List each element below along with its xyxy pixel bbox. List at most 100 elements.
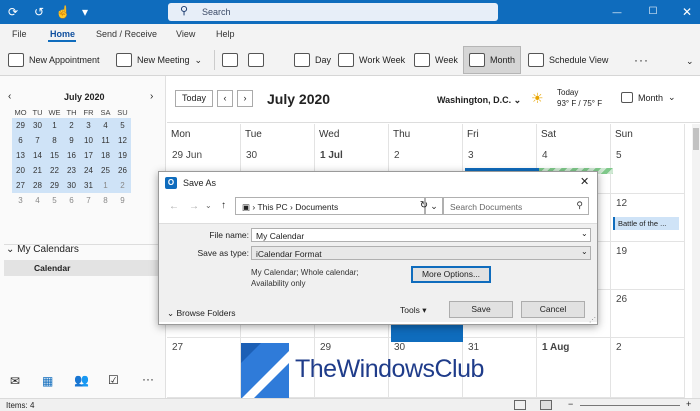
menu-view[interactable]: View xyxy=(176,29,195,39)
mini-calendar-day[interactable]: 27 xyxy=(12,178,29,193)
menu-home[interactable]: Home xyxy=(50,29,75,39)
my-calendars-group[interactable]: ⌄ My Calendars xyxy=(6,244,79,255)
work-week-view-button[interactable]: Work Week xyxy=(338,49,405,71)
mini-calendar-day[interactable]: 19 xyxy=(114,148,131,163)
file-name-input[interactable]: My Calendar xyxy=(251,228,591,242)
mini-calendar-day[interactable]: 13 xyxy=(12,148,29,163)
mini-calendar-day[interactable]: 7 xyxy=(29,133,46,148)
reading-view-icon[interactable] xyxy=(540,400,552,410)
mini-calendar-day[interactable]: 17 xyxy=(80,148,97,163)
mini-calendar-day[interactable]: 10 xyxy=(80,133,97,148)
mini-calendar-day[interactable]: 30 xyxy=(29,118,46,133)
view-selector[interactable]: Month ⌄ xyxy=(621,92,676,103)
zoom-out-icon[interactable]: − xyxy=(568,399,573,409)
mini-calendar-day[interactable]: 2 xyxy=(63,118,80,133)
zoom-slider[interactable] xyxy=(580,405,680,406)
calendar-day-cell[interactable]: 27 xyxy=(167,338,241,398)
mini-calendar-day[interactable]: 3 xyxy=(12,193,29,208)
mini-calendar-day[interactable]: 5 xyxy=(46,193,63,208)
more-options-button[interactable]: More Options... xyxy=(411,266,491,283)
mini-calendar-day[interactable]: 9 xyxy=(114,193,131,208)
prev-month-icon[interactable]: ‹ xyxy=(8,91,11,102)
mini-calendar-day[interactable]: 21 xyxy=(29,163,46,178)
tools-menu[interactable]: Tools ▾ xyxy=(400,305,426,316)
search-box[interactable]: ⚲ Search xyxy=(168,3,498,21)
cancel-button[interactable]: Cancel xyxy=(521,301,585,318)
mini-calendar-day[interactable]: 20 xyxy=(12,163,29,178)
location[interactable]: Washington, D.C. ⌄ xyxy=(437,95,521,106)
new-appointment-button[interactable]: New Appointment xyxy=(8,49,100,71)
next-7-days-button[interactable] xyxy=(248,49,264,71)
mini-calendar-day[interactable]: 28 xyxy=(29,178,46,193)
minimize-icon[interactable]: — xyxy=(608,3,626,21)
mini-calendar-day[interactable]: 22 xyxy=(46,163,63,178)
maximize-icon[interactable]: ☐ xyxy=(644,3,662,21)
customize-toolbar-icon[interactable]: ▾ xyxy=(76,3,94,21)
previous-period-button[interactable]: ‹ xyxy=(217,90,233,107)
mini-calendar-day[interactable]: 29 xyxy=(46,178,63,193)
mail-icon[interactable]: ✉ xyxy=(10,374,20,388)
menu-help[interactable]: Help xyxy=(216,29,235,39)
mini-calendar-day[interactable]: 11 xyxy=(97,133,114,148)
event-battle[interactable]: Battle of the ... xyxy=(613,217,679,230)
calendar-day-cell[interactable]: 26 xyxy=(611,290,685,338)
new-meeting-button[interactable]: New Meeting ⌄ xyxy=(116,49,202,71)
menu-send-receive[interactable]: Send / Receive xyxy=(96,29,157,39)
scrollbar-thumb[interactable] xyxy=(693,128,699,150)
month-view-button[interactable]: Month xyxy=(463,46,522,74)
mini-calendar-day[interactable]: 15 xyxy=(46,148,63,163)
mini-calendar-day[interactable]: 1 xyxy=(97,178,114,193)
mini-calendar-day[interactable]: 25 xyxy=(97,163,114,178)
mini-calendar-day[interactable]: 23 xyxy=(63,163,80,178)
close-dialog-icon[interactable]: ✕ xyxy=(580,175,589,188)
calendar-item[interactable]: Calendar xyxy=(4,260,166,276)
breadcrumb-this-pc[interactable]: This PC xyxy=(257,202,287,212)
selected-day-highlight[interactable] xyxy=(391,324,463,342)
mini-calendar-day[interactable]: 9 xyxy=(63,133,80,148)
calendar-icon[interactable]: ▦ xyxy=(42,374,53,388)
mini-calendar-day[interactable]: 30 xyxy=(63,178,80,193)
mini-calendar-day[interactable]: 5 xyxy=(114,118,131,133)
mini-calendar-day[interactable]: 4 xyxy=(29,193,46,208)
touch-mode-icon[interactable]: ☝ xyxy=(54,3,72,21)
chevron-down-icon[interactable]: ⌄ xyxy=(581,229,588,238)
zoom-in-icon[interactable]: + xyxy=(686,399,691,409)
undo-icon[interactable]: ↺ xyxy=(30,3,48,21)
calendar-day-cell[interactable]: 5 xyxy=(611,146,685,194)
more-apps-icon[interactable]: ··· xyxy=(142,372,154,386)
mini-calendar-day[interactable]: 1 xyxy=(46,118,63,133)
tasks-icon[interactable]: ☑ xyxy=(108,373,119,387)
mini-calendar-day[interactable]: 2 xyxy=(114,178,131,193)
forward-arrow-icon[interactable]: → xyxy=(189,201,199,212)
today-button[interactable]: Today xyxy=(175,90,213,107)
mini-calendar-day[interactable]: 29 xyxy=(12,118,29,133)
save-button[interactable]: Save xyxy=(449,301,513,318)
normal-view-icon[interactable] xyxy=(514,400,526,410)
resize-grip-icon[interactable]: ⋰ xyxy=(589,316,596,324)
mini-calendar-day[interactable]: 31 xyxy=(80,178,97,193)
search-documents-input[interactable]: Search Documents ⚲ xyxy=(443,197,589,215)
mini-calendar-day[interactable]: 14 xyxy=(29,148,46,163)
mini-calendar-day[interactable]: 7 xyxy=(80,193,97,208)
mini-calendar-day[interactable]: 16 xyxy=(63,148,80,163)
chevron-down-icon[interactable]: ⌄ xyxy=(205,201,212,210)
next-month-icon[interactable]: › xyxy=(150,91,153,102)
mini-calendar-day[interactable]: 8 xyxy=(46,133,63,148)
menu-file[interactable]: File xyxy=(12,29,27,39)
save-as-type-select[interactable]: iCalendar Format xyxy=(251,246,591,260)
calendar-day-cell[interactable]: 2 xyxy=(611,338,685,398)
vertical-scrollbar[interactable] xyxy=(692,124,700,398)
next-period-button[interactable]: › xyxy=(237,90,253,107)
schedule-view-button[interactable]: Schedule View xyxy=(528,49,608,71)
calendar-day-cell[interactable]: 19 xyxy=(611,242,685,290)
day-view-button[interactable]: Day xyxy=(294,49,331,71)
address-bar[interactable]: ▣ › This PC › Documents xyxy=(235,197,425,215)
browse-folders-toggle[interactable]: ⌄ Browse Folders xyxy=(167,308,236,319)
mini-calendar-day[interactable]: 12 xyxy=(114,133,131,148)
breadcrumb-documents[interactable]: Documents xyxy=(295,202,338,212)
mini-calendar-day[interactable]: 6 xyxy=(63,193,80,208)
mini-calendar-day[interactable]: 24 xyxy=(80,163,97,178)
mini-calendar-day[interactable]: 3 xyxy=(80,118,97,133)
back-arrow-icon[interactable]: ← xyxy=(169,201,179,212)
up-arrow-icon[interactable]: ↑ xyxy=(221,200,226,211)
